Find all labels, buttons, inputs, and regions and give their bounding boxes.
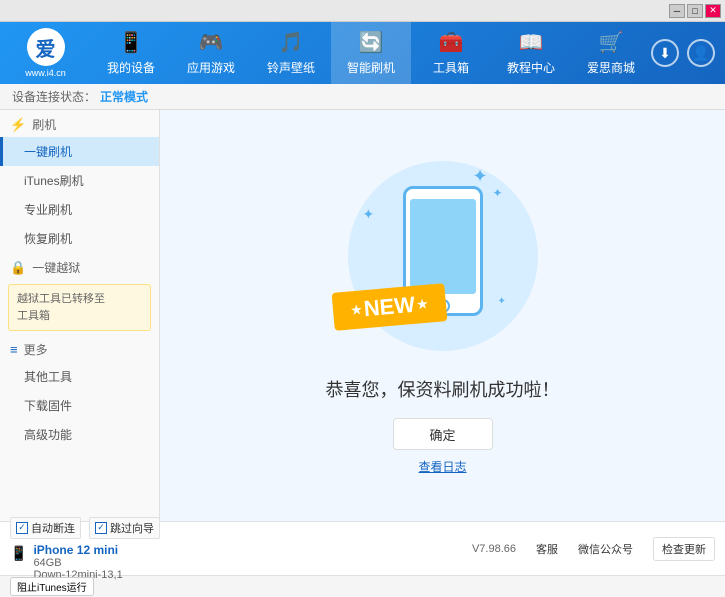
nav-ringtones[interactable]: 🎵 铃声壁纸 bbox=[251, 22, 331, 84]
device-details: iPhone 12 mini 64GB Down-12mini-13,1 bbox=[33, 543, 122, 581]
bottom-left: 自动断连 跳过向导 📱 iPhone 12 mini 64GB Down-12m… bbox=[10, 517, 170, 581]
sidebar: ⚡ 刷机 一键刷机 iTunes刷机 专业刷机 恢复刷机 🔒 一键越狱 越狱工具… bbox=[0, 110, 160, 521]
sidebar-item-itunes-flash[interactable]: iTunes刷机 bbox=[0, 166, 159, 195]
tutorial-label: 教程中心 bbox=[507, 59, 555, 76]
sidebar-item-other-tools[interactable]: 其他工具 bbox=[0, 362, 159, 391]
stop-itunes-btn[interactable]: 阻止iTunes运行 bbox=[10, 577, 94, 596]
store-icon: 🛒 bbox=[599, 30, 624, 55]
device-name: iPhone 12 mini bbox=[33, 543, 122, 557]
maximize-btn[interactable]: □ bbox=[687, 4, 703, 18]
status-value: 正常模式 bbox=[100, 88, 148, 105]
flash-section-label: 刷机 bbox=[32, 116, 56, 133]
my-device-label: 我的设备 bbox=[107, 59, 155, 76]
title-bar: ─ □ ✕ bbox=[0, 0, 725, 22]
success-message: 恭喜您，保资料刷机成功啦！ bbox=[326, 376, 560, 402]
sidebar-section-flash: ⚡ 刷机 bbox=[0, 110, 159, 137]
wechat-link[interactable]: 微信公众号 bbox=[578, 541, 633, 557]
device-storage: 64GB bbox=[33, 557, 122, 569]
user-btn[interactable]: 👤 bbox=[687, 39, 715, 67]
auto-close-label: 自动断连 bbox=[31, 520, 75, 536]
nav-items: 📱 我的设备 🎮 应用游戏 🎵 铃声壁纸 🔄 智能刷机 🧰 工具箱 📖 教程中心… bbox=[91, 22, 651, 84]
new-badge-text: NEW bbox=[362, 292, 415, 322]
logo-icon: 爱 bbox=[27, 28, 65, 66]
jailbreak-section-icon: 🔒 bbox=[10, 260, 26, 276]
skip-wizard-checkbox[interactable] bbox=[95, 522, 107, 534]
confirm-button[interactable]: 确定 bbox=[393, 418, 493, 450]
nav-store[interactable]: 🛒 爱思商城 bbox=[571, 22, 651, 84]
jailbreak-notice-text: 越狱工具已转移至工具箱 bbox=[17, 293, 105, 322]
log-link[interactable]: 查看日志 bbox=[418, 458, 466, 475]
customer-service-link[interactable]: 客服 bbox=[536, 541, 558, 557]
download-btn[interactable]: ⬇ bbox=[651, 39, 679, 67]
ringtones-icon: 🎵 bbox=[279, 30, 304, 55]
smart-flash-icon: 🔄 bbox=[359, 30, 384, 55]
nav-toolbox[interactable]: 🧰 工具箱 bbox=[411, 22, 491, 84]
sidebar-item-download-fw[interactable]: 下载固件 bbox=[0, 391, 159, 420]
sidebar-item-advanced[interactable]: 高级功能 bbox=[0, 420, 159, 449]
auto-close-checkbox[interactable] bbox=[16, 522, 28, 534]
one-click-flash-label: 一键刷机 bbox=[24, 145, 72, 159]
device-info: 📱 iPhone 12 mini 64GB Down-12mini-13,1 bbox=[10, 543, 170, 581]
toolbox-icon: 🧰 bbox=[439, 30, 464, 55]
toolbox-label: 工具箱 bbox=[433, 59, 469, 76]
header: 爱 www.i4.cn 📱 我的设备 🎮 应用游戏 🎵 铃声壁纸 🔄 智能刷机 … bbox=[0, 22, 725, 84]
sparkle-3: ✦ bbox=[363, 206, 375, 223]
sparkle-1: ✦ bbox=[473, 166, 488, 187]
advanced-label: 高级功能 bbox=[24, 428, 72, 442]
main-area: ⚡ 刷机 一键刷机 iTunes刷机 专业刷机 恢复刷机 🔒 一键越狱 越狱工具… bbox=[0, 110, 725, 521]
sidebar-item-restore-flash[interactable]: 恢复刷机 bbox=[0, 224, 159, 253]
checkbox-auto-close[interactable]: 自动断连 bbox=[10, 517, 81, 539]
my-device-icon: 📱 bbox=[119, 30, 144, 55]
sidebar-section-jailbreak: 🔒 一键越狱 bbox=[0, 253, 159, 280]
sidebar-item-pro-flash[interactable]: 专业刷机 bbox=[0, 195, 159, 224]
header-right: ⬇ 👤 bbox=[651, 39, 725, 67]
pro-flash-label: 专业刷机 bbox=[24, 203, 72, 217]
close-btn[interactable]: ✕ bbox=[705, 4, 721, 18]
flash-section-icon: ⚡ bbox=[10, 117, 26, 133]
status-label: 设备连接状态： bbox=[12, 88, 96, 105]
nav-tutorial[interactable]: 📖 教程中心 bbox=[491, 22, 571, 84]
download-fw-label: 下载固件 bbox=[24, 399, 72, 413]
nav-my-device[interactable]: 📱 我的设备 bbox=[91, 22, 171, 84]
smart-flash-label: 智能刷机 bbox=[347, 59, 395, 76]
restore-flash-label: 恢复刷机 bbox=[24, 232, 72, 246]
phone-screen bbox=[410, 199, 476, 294]
sidebar-notice-jailbreak: 越狱工具已转移至工具箱 bbox=[8, 284, 151, 331]
apps-games-icon: 🎮 bbox=[199, 30, 224, 55]
version-text: V7.98.66 bbox=[472, 543, 516, 555]
checkboxes: 自动断连 跳过向导 bbox=[10, 517, 170, 539]
itunes-flash-label: iTunes刷机 bbox=[24, 174, 84, 188]
apps-games-label: 应用游戏 bbox=[187, 59, 235, 76]
bottom-right: V7.98.66 客服 微信公众号 检查更新 bbox=[170, 537, 715, 561]
sparkle-4: ✦ bbox=[498, 296, 506, 307]
nav-smart-flash[interactable]: 🔄 智能刷机 bbox=[331, 22, 411, 84]
more-section-icon: ≡ bbox=[10, 342, 18, 357]
nav-apps-games[interactable]: 🎮 应用游戏 bbox=[171, 22, 251, 84]
content-area: ✦ ✦ ✦ ✦ NEW 恭喜您，保资料刷机成功啦！ 确定 查看日志 bbox=[160, 110, 725, 521]
jailbreak-section-label: 一键越狱 bbox=[32, 259, 80, 276]
check-update-btn[interactable]: 检查更新 bbox=[653, 537, 715, 561]
sidebar-section-more: ≡ 更多 bbox=[0, 335, 159, 362]
more-section-label: 更多 bbox=[24, 341, 48, 358]
bottom-bar: 自动断连 跳过向导 📱 iPhone 12 mini 64GB Down-12m… bbox=[0, 521, 725, 575]
status-bar: 设备连接状态： 正常模式 bbox=[0, 84, 725, 110]
sidebar-item-one-click-flash[interactable]: 一键刷机 bbox=[0, 137, 159, 166]
sparkle-2: ✦ bbox=[493, 186, 503, 200]
logo-area[interactable]: 爱 www.i4.cn bbox=[0, 28, 91, 78]
ringtones-label: 铃声壁纸 bbox=[267, 59, 315, 76]
store-label: 爱思商城 bbox=[587, 59, 635, 76]
other-tools-label: 其他工具 bbox=[24, 370, 72, 384]
phone-illustration: ✦ ✦ ✦ ✦ NEW bbox=[343, 156, 543, 356]
logo-url: www.i4.cn bbox=[25, 68, 66, 78]
minimize-btn[interactable]: ─ bbox=[669, 4, 685, 18]
device-icon: 📱 bbox=[10, 545, 27, 562]
checkbox-skip-wizard[interactable]: 跳过向导 bbox=[89, 517, 160, 539]
tutorial-icon: 📖 bbox=[519, 30, 544, 55]
skip-wizard-label: 跳过向导 bbox=[110, 520, 154, 536]
